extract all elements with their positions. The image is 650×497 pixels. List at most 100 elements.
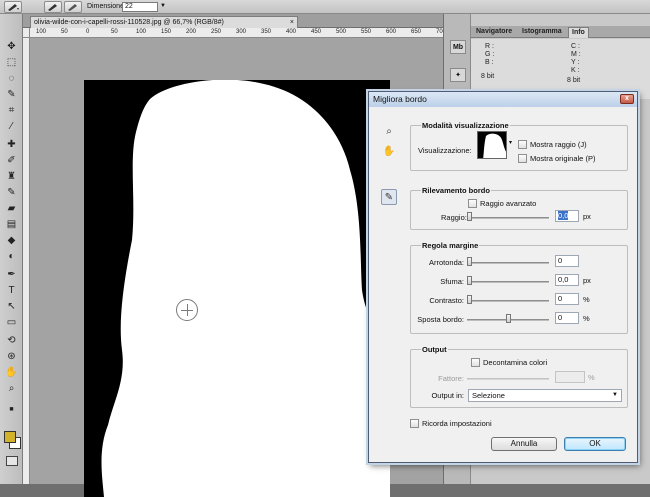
output-to-select[interactable]: Selezione ▼: [468, 389, 622, 402]
vertical-ruler[interactable]: [23, 38, 30, 484]
contrast-label: Contrasto:: [429, 296, 464, 305]
eraser-tool-icon[interactable]: ▰: [5, 202, 18, 215]
radius-label: Raggio:: [441, 213, 467, 222]
dimension-input[interactable]: 22: [122, 2, 158, 12]
dialog-titlebar[interactable]: Migliora bordo x: [369, 92, 637, 107]
3d-orbit-tool-icon[interactable]: ⊛: [5, 350, 18, 363]
panel-tabs: Navigatore Istogramma Info: [471, 26, 650, 38]
gradient-tool-icon[interactable]: ▤: [5, 218, 18, 231]
smooth-slider-thumb[interactable]: [467, 257, 472, 266]
options-bar: Dimensione: 22 ▼: [0, 0, 650, 14]
shift-edge-slider-thumb[interactable]: [506, 314, 511, 323]
shape-tool-icon[interactable]: ▭: [5, 316, 18, 329]
contrast-slider-thumb[interactable]: [467, 295, 472, 304]
document-image-mask[interactable]: [84, 80, 390, 497]
brush-tool-icon[interactable]: ✐: [5, 154, 18, 167]
tab-navigatore[interactable]: Navigatore: [473, 27, 515, 38]
feather-input[interactable]: 0,0: [555, 274, 579, 286]
contrast-unit: %: [583, 295, 590, 304]
amount-unit: %: [588, 373, 595, 382]
shift-edge-input[interactable]: 0: [555, 312, 579, 324]
ok-button[interactable]: OK: [564, 437, 626, 451]
show-radius-checkbox[interactable]: [518, 140, 527, 149]
eyedropper-tool-icon[interactable]: ⁄: [5, 120, 18, 133]
feather-slider-thumb[interactable]: [467, 276, 472, 285]
output-to-value: Selezione: [472, 391, 505, 400]
chevron-down-icon: ▼: [612, 392, 618, 398]
marquee-tool-icon[interactable]: ⬚: [5, 56, 18, 69]
show-radius-label: Mostra raggio (J): [530, 140, 587, 149]
hand-tool-icon[interactable]: ✋: [5, 366, 18, 379]
tools-panel: ✥ ⬚ ◌ ✎ ⌗ ⁄ ✚ ✐ ♜ ✎ ▰ ▤ ◆ ◐ ✒ T ↖ ▭ ⟲ ⊛ …: [0, 14, 23, 484]
remember-settings-label: Ricorda impostazioni: [422, 419, 492, 428]
show-original-checkbox[interactable]: [518, 154, 527, 163]
tool-preset-button[interactable]: [4, 1, 22, 13]
view-mode-thumbnail[interactable]: [477, 131, 507, 159]
view-mode-group: Modalità visualizzazione Visualizzazione…: [410, 121, 628, 171]
swatches-panel-icon[interactable]: ✦: [450, 68, 466, 82]
path-selection-tool-icon[interactable]: ↖: [5, 300, 18, 313]
horizontal-ruler[interactable]: 100 50 0 50 100 150 200 250 300 350 400 450 500 550 60…: [30, 28, 443, 38]
clone-stamp-tool-icon[interactable]: ♜: [5, 170, 18, 183]
info-bitdepth-right: 8 bit: [567, 77, 581, 84]
dialog-close-button[interactable]: x: [620, 94, 634, 104]
remember-settings-checkbox[interactable]: [410, 419, 419, 428]
decontaminate-colors-label: Decontamina colori: [483, 358, 548, 367]
foreground-color-swatch[interactable]: [4, 431, 16, 443]
feather-unit: px: [583, 276, 591, 285]
type-tool-icon[interactable]: T: [5, 284, 18, 297]
ruler-tick-label: 350: [261, 29, 272, 35]
history-brush-tool-icon[interactable]: ✎: [5, 186, 18, 199]
info-k: K :: [571, 67, 580, 74]
crop-tool-icon[interactable]: ⌗: [5, 104, 18, 117]
decontaminate-colors-checkbox[interactable]: [471, 358, 480, 367]
view-mode-dropdown-icon[interactable]: ▾: [509, 139, 512, 146]
smooth-input[interactable]: 0: [555, 255, 579, 267]
erase-refinements-tool-button[interactable]: [64, 1, 82, 13]
mini-bridge-icon[interactable]: Mb: [450, 40, 466, 54]
pen-tool-icon[interactable]: ✒: [5, 268, 18, 281]
radius-input[interactable]: 0,0: [555, 210, 579, 222]
quick-mask-icon[interactable]: [6, 456, 18, 466]
ruler-tick-label: 600: [386, 29, 397, 35]
contrast-input[interactable]: 0: [555, 293, 579, 305]
3d-rotate-tool-icon[interactable]: ⟲: [5, 334, 18, 347]
shift-edge-label: Sposta bordo:: [417, 315, 464, 324]
zoom-tool-icon[interactable]: ⌕: [5, 382, 18, 395]
adjust-edge-title: Regola margine: [421, 241, 480, 250]
smart-radius-checkbox[interactable]: [468, 199, 477, 208]
eraser-brush-icon: [68, 4, 77, 11]
amount-input: [555, 371, 585, 383]
tab-info[interactable]: Info: [568, 27, 589, 38]
hand-tool-icon[interactable]: ✋: [381, 143, 397, 159]
cancel-button[interactable]: Annulla: [491, 437, 557, 451]
lasso-tool-icon[interactable]: ◌: [5, 72, 18, 85]
show-original-label: Mostra originale (P): [530, 154, 596, 163]
zoom-tool-icon[interactable]: ⌕: [381, 123, 397, 139]
brush-icon: [48, 4, 57, 11]
tab-istogramma[interactable]: Istogramma: [519, 27, 565, 38]
dimension-dropdown-icon[interactable]: ▼: [160, 3, 166, 9]
blur-tool-icon[interactable]: ◆: [5, 234, 18, 247]
radius-slider-thumb[interactable]: [467, 212, 472, 221]
healing-brush-tool-icon[interactable]: ✚: [5, 138, 18, 151]
move-tool-icon[interactable]: ✥: [5, 40, 18, 53]
ruler-tick-label: 250: [211, 29, 222, 35]
smooth-slider-track[interactable]: [467, 262, 549, 264]
radius-slider-track[interactable]: [467, 217, 549, 219]
close-document-icon[interactable]: ×: [290, 17, 294, 28]
refine-radius-brush-icon[interactable]: ✎: [381, 189, 397, 205]
ruler-tick-label: 50: [61, 29, 68, 35]
smooth-label: Arrotonda:: [428, 258, 464, 267]
info-m: M :: [571, 51, 581, 58]
default-colors-icon[interactable]: ■: [5, 403, 18, 416]
feather-slider-track[interactable]: [467, 281, 549, 283]
quick-selection-tool-icon[interactable]: ✎: [5, 88, 18, 101]
ruler-origin[interactable]: [23, 28, 30, 38]
document-tab[interactable]: olivia-wilde-con-i-capelli-rossi-110528.…: [30, 16, 298, 28]
contrast-slider-track[interactable]: [467, 300, 549, 302]
ruler-tick-label: 450: [311, 29, 322, 35]
refine-radius-tool-button[interactable]: [44, 1, 62, 13]
radius-unit: px: [583, 212, 591, 221]
dodge-tool-icon[interactable]: ◐: [5, 250, 18, 263]
